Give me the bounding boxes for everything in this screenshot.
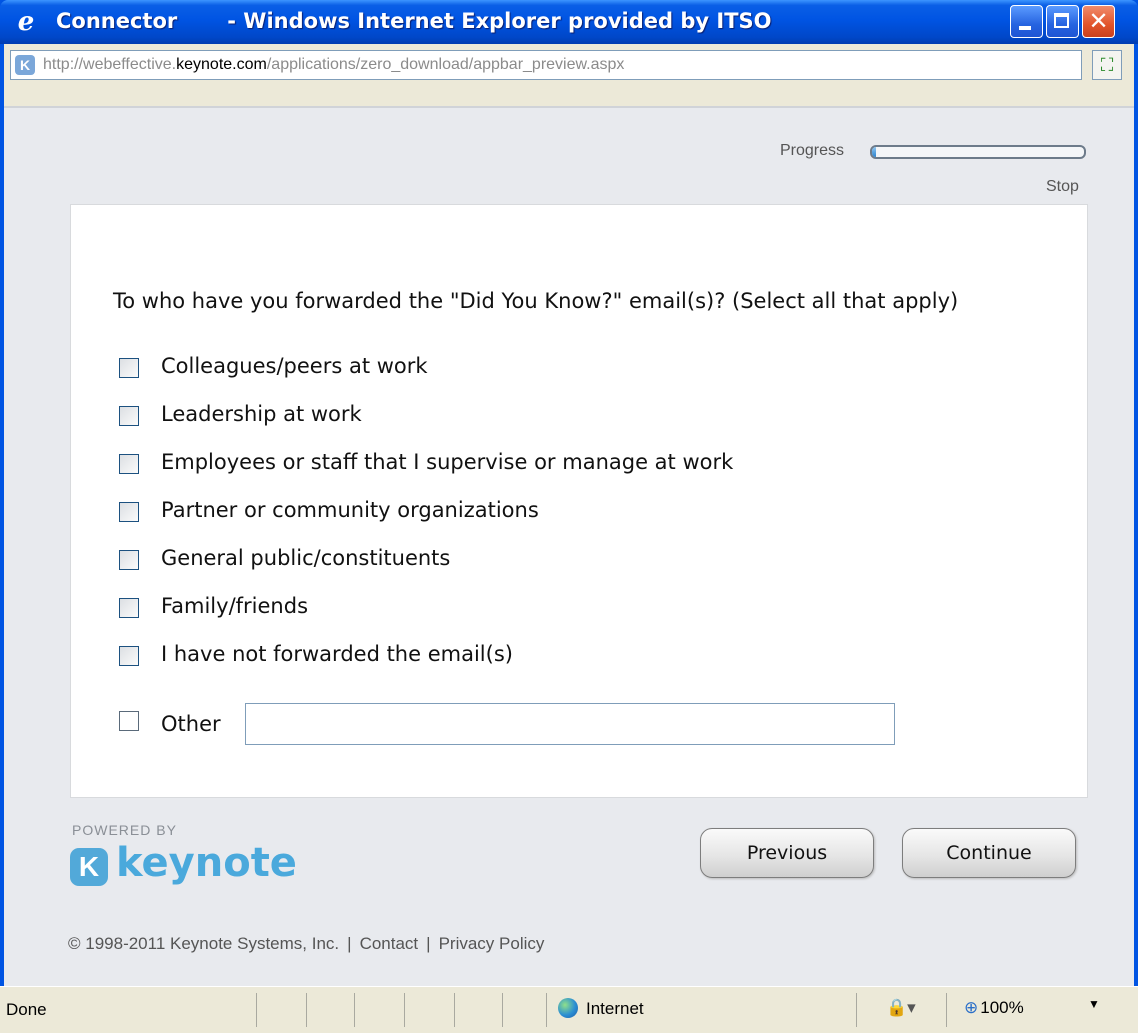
status-divider — [454, 993, 455, 1027]
checkbox[interactable] — [119, 598, 139, 618]
option-label: Colleagues/peers at work — [161, 354, 428, 378]
site-favicon-icon: K — [15, 55, 35, 75]
browser-window: e Connector - Windows Internet Explorer p… — [0, 0, 1138, 1033]
window-title-app: Connector — [56, 9, 178, 33]
footer: © 1998-2011 Keynote Systems, Inc. | Contac… — [68, 934, 544, 954]
checkbox[interactable] — [119, 646, 139, 666]
privacy-policy-link[interactable]: Privacy Policy — [439, 934, 545, 953]
status-divider — [856, 993, 857, 1027]
address-url-prefix: http://webeffective. — [43, 56, 177, 73]
question-text: To who have you forwarded the "Did You K… — [113, 289, 959, 313]
status-divider — [546, 993, 547, 1027]
continue-button[interactable]: Continue — [902, 828, 1076, 878]
maximize-button[interactable] — [1046, 5, 1079, 38]
internet-explorer-icon: e — [17, 7, 35, 37]
page-content: Progress Stop To who have you forwarded … — [4, 106, 1134, 986]
powered-by-label: POWERED BY — [72, 822, 177, 838]
checkbox[interactable] — [119, 358, 139, 378]
title-bar[interactable]: e Connector - Windows Internet Explorer p… — [0, 0, 1138, 44]
progress-fill — [872, 147, 877, 157]
copyright-text: © 1998-2011 Keynote Systems, Inc. — [68, 934, 340, 953]
option-label: General public/constituents — [161, 546, 451, 570]
zoom-icon: ⊕ — [964, 998, 979, 1017]
status-divider — [256, 993, 257, 1027]
zone-label: Internet — [586, 999, 644, 1018]
status-bar: Done Internet 🔒▾ ⊕ 100% ▼ — [0, 986, 1138, 1033]
globe-icon — [558, 998, 578, 1018]
checkbox[interactable] — [119, 711, 139, 731]
option-label: Partner or community organizations — [161, 498, 539, 522]
option-label: Family/friends — [161, 594, 309, 618]
checkbox[interactable] — [119, 502, 139, 522]
contact-link[interactable]: Contact — [360, 934, 419, 953]
minimize-button[interactable] — [1010, 5, 1043, 38]
window-title: Connector - Windows Internet Explorer pro… — [56, 9, 772, 33]
address-field[interactable]: K http://webeffective.keynote.com/applic… — [10, 50, 1082, 80]
option-label: Other — [161, 712, 221, 736]
window-title-suffix: - Windows Internet Explorer provided by … — [227, 9, 772, 33]
status-text: Done — [6, 1000, 47, 1019]
option-label: I have not forwarded the email(s) — [161, 642, 513, 666]
status-divider — [354, 993, 355, 1027]
close-button[interactable]: ✕ — [1082, 5, 1115, 38]
zoom-control[interactable]: ⊕ 100% — [964, 998, 1024, 1018]
progress-label: Progress — [780, 142, 845, 159]
status-divider — [502, 993, 503, 1027]
logo-text: keynote — [116, 840, 297, 886]
protected-mode-icon[interactable]: 🔒▾ — [886, 998, 916, 1018]
other-text-input[interactable] — [245, 703, 895, 745]
address-url-path: /applications/zero_download/appbar_previ… — [266, 56, 625, 73]
option-label: Leadership at work — [161, 402, 362, 426]
previous-button[interactable]: Previous — [700, 828, 874, 878]
address-url-host: keynote.com — [176, 56, 267, 73]
progress-bar — [870, 145, 1086, 159]
option-label: Employees or staff that I supervise or m… — [161, 450, 734, 474]
checkbox[interactable] — [119, 454, 139, 474]
address-url: http://webeffective.keynote.com/applicat… — [43, 56, 624, 74]
status-divider — [306, 993, 307, 1027]
status-divider — [946, 993, 947, 1027]
address-bar: K http://webeffective.keynote.com/applic… — [4, 44, 1134, 106]
checkbox[interactable] — [119, 406, 139, 426]
stop-link[interactable]: Stop — [1046, 178, 1079, 196]
security-zone[interactable]: Internet — [558, 998, 644, 1019]
checkbox[interactable] — [119, 550, 139, 570]
close-icon: ✕ — [1088, 7, 1109, 35]
page-status-icon[interactable]: ⛶ — [1092, 50, 1122, 80]
question-card: To who have you forwarded the "Did You K… — [70, 204, 1088, 798]
zoom-level: 100% — [980, 998, 1024, 1017]
status-divider — [404, 993, 405, 1027]
zoom-dropdown-icon[interactable]: ▼ — [1088, 997, 1100, 1011]
footer-separator: | — [347, 934, 352, 953]
keynote-logo-icon: K — [70, 848, 108, 886]
footer-separator: | — [426, 934, 431, 953]
